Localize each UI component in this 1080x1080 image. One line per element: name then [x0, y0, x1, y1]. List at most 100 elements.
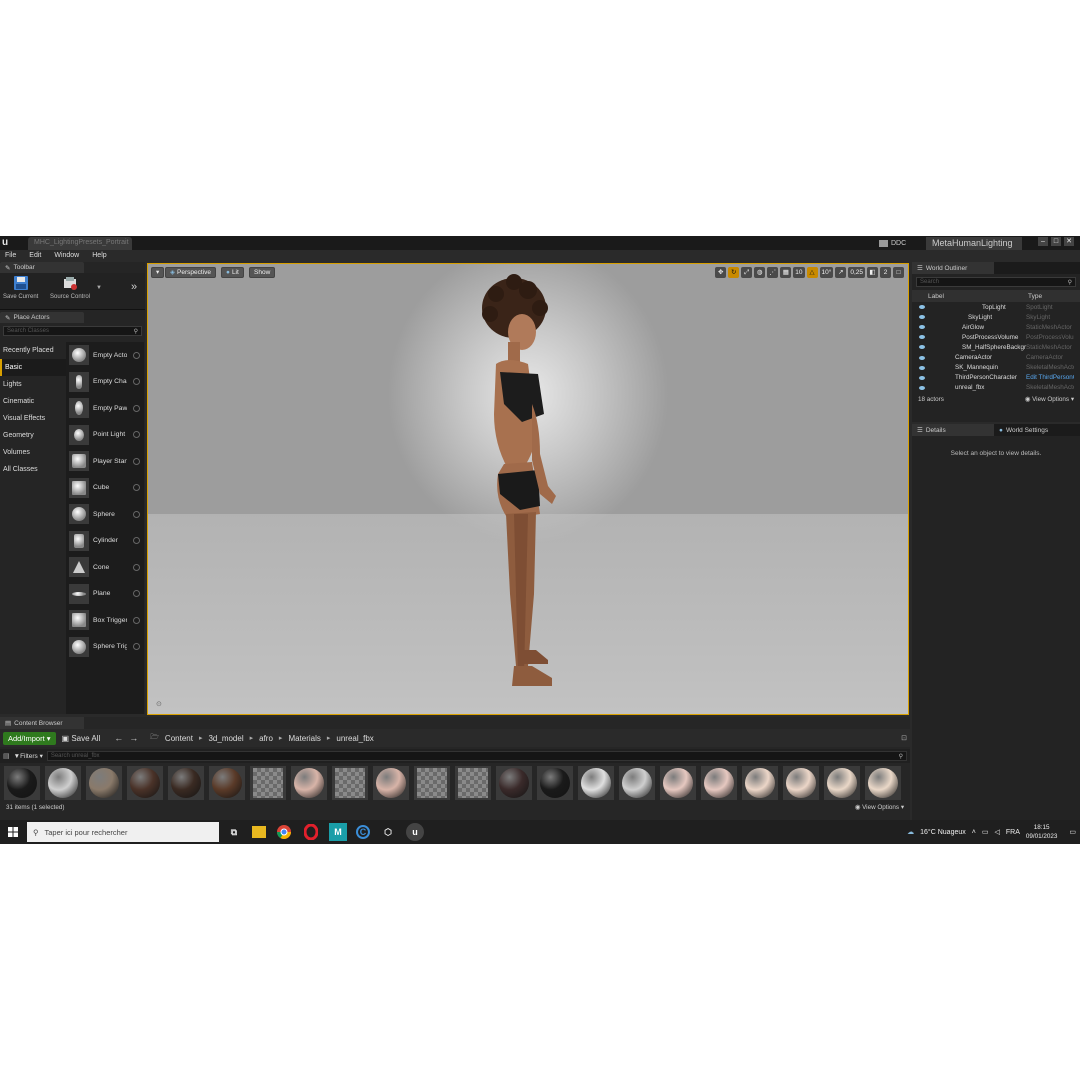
asset-thumbnail[interactable] [168, 766, 204, 800]
category-visual-effects[interactable]: Visual Effects [0, 410, 66, 427]
viewport-menu-button[interactable]: ▾ [151, 267, 165, 278]
category-volumes[interactable]: Volumes [0, 444, 66, 461]
level-viewport[interactable]: ▾ ◈ Perspective ● Lit Show ✥ ↻ ⤢ ◍ ⋰ ▦ 10 … [147, 263, 909, 715]
asset-thumbnail[interactable] [742, 766, 778, 800]
visibility-eye-icon[interactable] [919, 355, 925, 360]
grid-snap-value[interactable]: 10 [793, 267, 805, 278]
chevron-up-icon[interactable]: ˄ [972, 829, 976, 836]
asset-thumbnail[interactable] [250, 766, 286, 800]
forward-arrow-icon[interactable]: → [129, 733, 138, 743]
actor-empty-actor[interactable]: Empty Actor [66, 342, 144, 369]
language-indicator[interactable]: FRA [1006, 829, 1020, 836]
breadcrumb-unreal-fbx[interactable]: unreal_fbx [336, 734, 373, 743]
actor-cylinder[interactable]: Cylinder [66, 528, 144, 555]
outliner-view-options[interactable]: ◉ View Options ▾ [1025, 396, 1074, 403]
breadcrumb-materials[interactable]: Materials [288, 734, 320, 743]
asset-search-input[interactable]: Search unreal_fbx ⚲ [46, 751, 907, 761]
toolbar-tab[interactable]: ✎ Toolbar [0, 262, 84, 273]
close-button[interactable]: ✕ [1064, 237, 1074, 246]
visibility-eye-icon[interactable] [919, 335, 925, 340]
opera-icon[interactable] [302, 823, 320, 841]
breadcrumb-content[interactable]: Content [165, 734, 193, 743]
asset-thumbnail[interactable] [783, 766, 819, 800]
level-tab[interactable]: MHC_LightingPresets_Portrait [28, 237, 132, 250]
world-icon[interactable]: ◍ [754, 267, 766, 278]
place-actors-tab[interactable]: ✎ Place Actors [0, 312, 84, 323]
visibility-eye-icon[interactable] [919, 365, 925, 370]
asset-thumbnail[interactable] [127, 766, 163, 800]
help-icon[interactable] [133, 378, 140, 386]
visibility-eye-icon[interactable] [919, 345, 925, 350]
world-settings-tab[interactable]: ● World Settings [994, 424, 1076, 436]
ddc-indicator[interactable]: DDC [848, 236, 906, 250]
help-icon[interactable] [133, 643, 140, 651]
asset-thumbnail[interactable] [455, 766, 491, 800]
scale-snap-icon[interactable]: ↗ [835, 267, 847, 278]
visibility-eye-icon[interactable] [919, 305, 925, 310]
asset-thumbnail[interactable] [578, 766, 614, 800]
sources-toggle-icon[interactable]: ▤ [3, 752, 10, 760]
expand-toolbar-icon[interactable]: » [131, 281, 137, 293]
visibility-eye-icon[interactable] [919, 385, 925, 390]
save-current-button[interactable]: Save Current [3, 275, 38, 300]
maya-icon[interactable]: M [329, 823, 347, 841]
camera-speed-value[interactable]: 2 [880, 267, 891, 278]
rotation-snap-icon[interactable]: △ [806, 267, 818, 278]
save-all-button[interactable]: ▣ Save All [62, 734, 101, 743]
outliner-row[interactable]: ThirdPersonCharacter Edit ThirdPersonChar… [912, 373, 1080, 383]
asset-thumbnail[interactable] [496, 766, 532, 800]
outliner-search-input[interactable]: Search ⚲ [916, 277, 1076, 287]
lit-button[interactable]: ● Lit [221, 267, 244, 278]
asset-thumbnail[interactable] [209, 766, 245, 800]
actor-point-light[interactable]: Point Light [66, 422, 144, 449]
source-control-dropdown-icon[interactable]: ▼ [96, 285, 102, 291]
perspective-button[interactable]: ◈ Perspective [165, 267, 216, 278]
help-icon[interactable] [133, 537, 140, 545]
help-icon[interactable] [133, 563, 140, 571]
help-icon[interactable] [133, 590, 140, 598]
outliner-row[interactable]: SM_HalfSphereBackgroundStaticMeshActor [912, 342, 1080, 352]
actor-sphere[interactable]: Sphere [66, 501, 144, 528]
actor-sphere-trigger[interactable]: Sphere Trigger [66, 634, 144, 661]
maximize-button[interactable]: □ [1051, 237, 1061, 246]
lock-icon[interactable]: ⊡ [901, 734, 907, 742]
rotation-snap-value[interactable]: 10° [819, 267, 834, 278]
help-icon[interactable] [133, 510, 140, 518]
clock[interactable]: 18:15 09/01/2023 [1026, 823, 1058, 841]
outliner-row[interactable]: SkyLight SkyLight [912, 312, 1080, 322]
actor-box-trigger[interactable]: Box Trigger [66, 607, 144, 634]
help-icon[interactable] [133, 404, 140, 412]
category-lights[interactable]: Lights [0, 376, 66, 393]
menu-window[interactable]: Window [54, 250, 79, 262]
taskbar-search-input[interactable]: ⚲ Taper ici pour rechercher [27, 822, 219, 842]
visibility-eye-icon[interactable] [919, 315, 925, 320]
help-icon[interactable] [133, 431, 140, 439]
category-recently-placed[interactable]: Recently Placed [0, 342, 66, 359]
file-explorer-icon[interactable] [252, 826, 266, 838]
show-button[interactable]: Show [249, 267, 276, 278]
translate-icon[interactable]: ✥ [715, 267, 727, 278]
outliner-row[interactable]: PostProcessVolume PostProcessVolume [912, 332, 1080, 342]
character-model[interactable] [448, 274, 588, 714]
asset-thumbnail[interactable] [4, 766, 40, 800]
outliner-row[interactable]: unreal_fbx SkeletalMeshActor [912, 383, 1080, 393]
windows-start-icon[interactable] [8, 827, 18, 837]
asset-thumbnail[interactable] [45, 766, 81, 800]
outliner-row[interactable]: SK_Mannequin SkeletalMeshActor [912, 363, 1080, 373]
breadcrumb-afro[interactable]: afro [259, 734, 273, 743]
task-view-icon[interactable]: ⧉ [225, 823, 243, 841]
menu-file[interactable]: File [5, 250, 16, 262]
asset-thumbnail[interactable] [537, 766, 573, 800]
actor-player-start[interactable]: Player Start [66, 448, 144, 475]
asset-thumbnail[interactable] [701, 766, 737, 800]
content-browser-tab[interactable]: ▤ Content Browser [0, 717, 84, 729]
actor-empty-character[interactable]: Empty Character [66, 369, 144, 396]
maximize-viewport-icon[interactable]: □ [893, 267, 904, 278]
outliner-row[interactable]: AirGlow StaticMeshActor [912, 322, 1080, 332]
scale-icon[interactable]: ⤢ [741, 267, 753, 278]
cube-app-icon[interactable]: ⬡ [379, 823, 397, 841]
scale-snap-value[interactable]: 0,25 [848, 267, 865, 278]
cinema-icon[interactable]: C [356, 825, 370, 839]
notifications-icon[interactable]: ▭ [1069, 828, 1076, 836]
outliner-row[interactable]: CameraActor CameraActor [912, 352, 1080, 362]
